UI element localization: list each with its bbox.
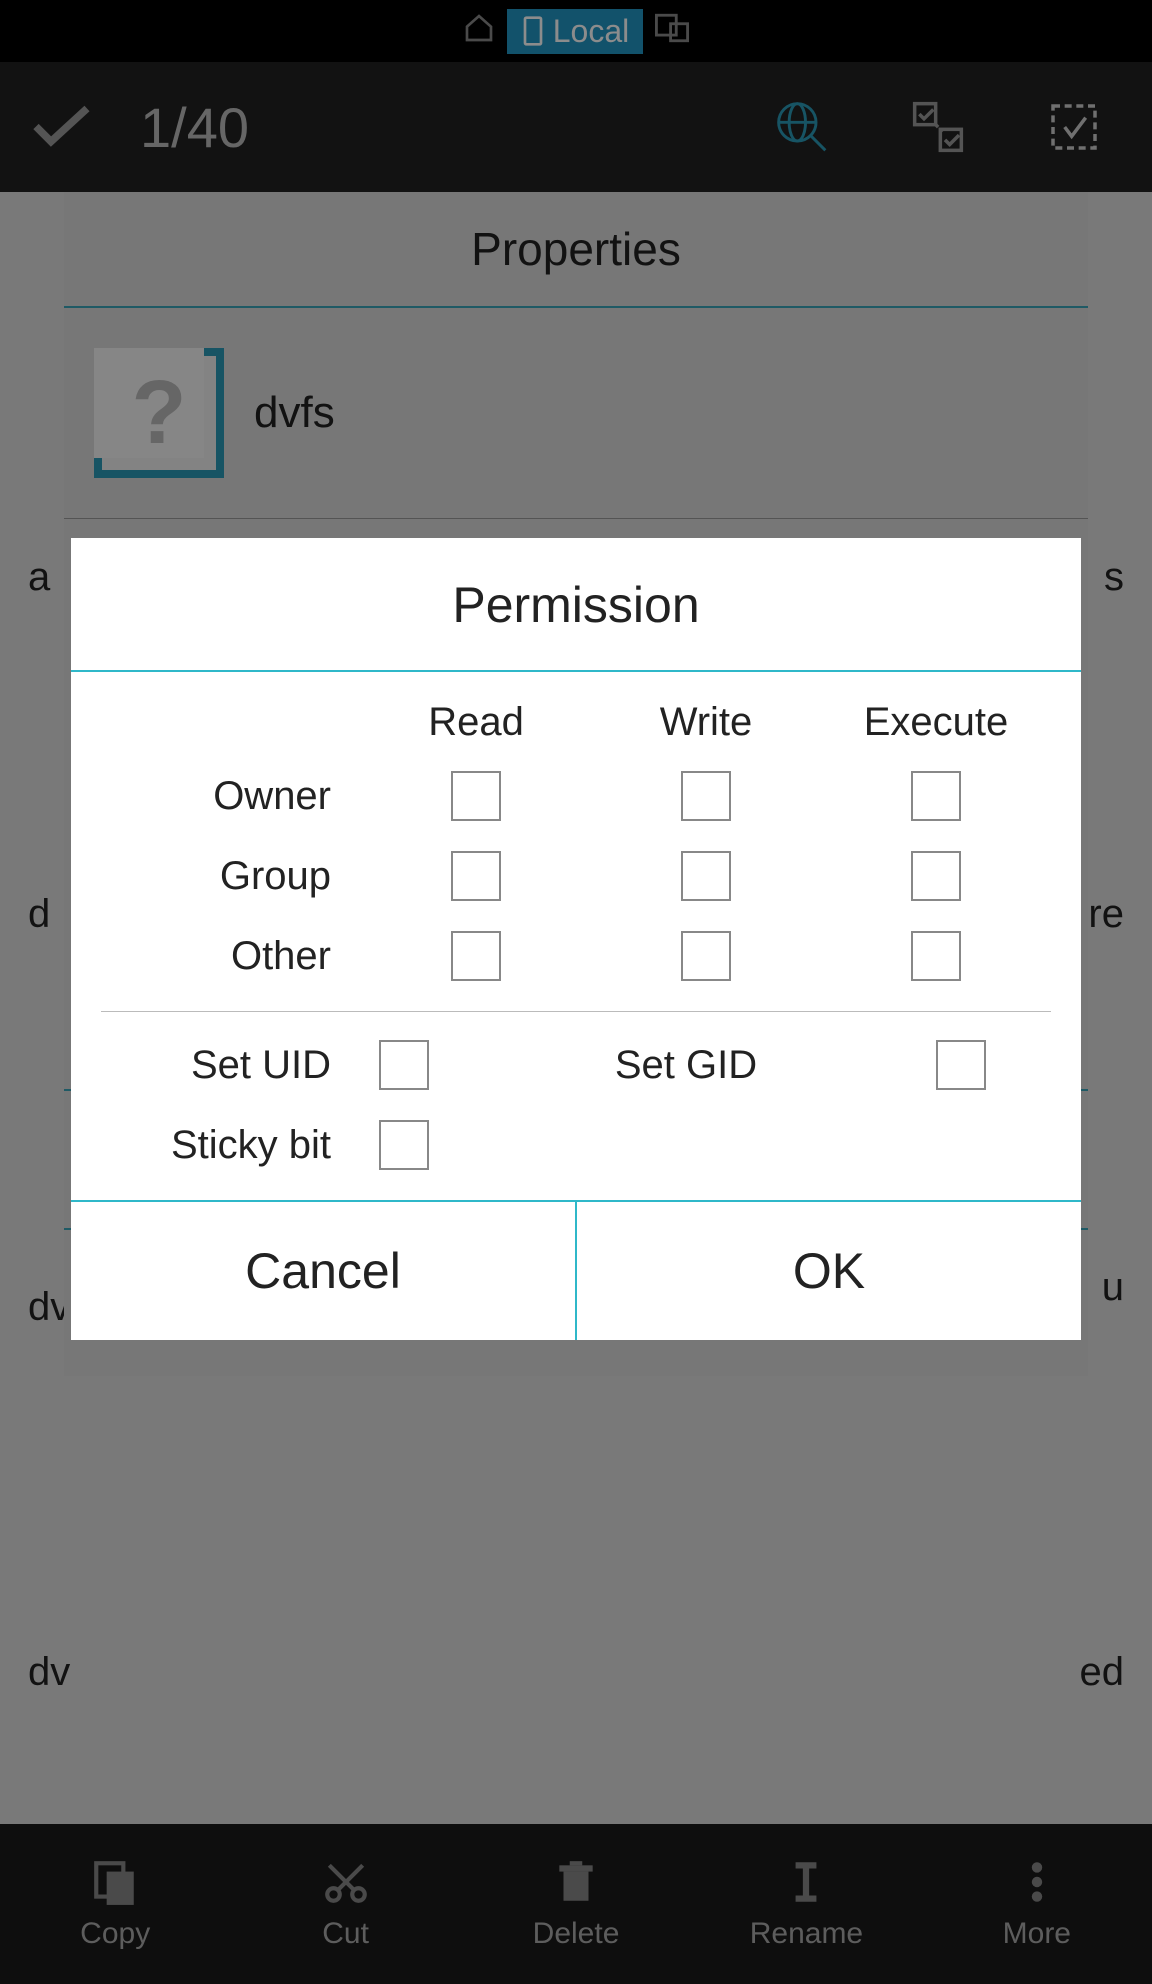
- other-read-checkbox[interactable]: [451, 931, 501, 981]
- owner-write-checkbox[interactable]: [681, 771, 731, 821]
- set-gid-label: Set GID: [501, 1043, 871, 1088]
- other-execute-checkbox[interactable]: [911, 931, 961, 981]
- owner-execute-checkbox[interactable]: [911, 771, 961, 821]
- perm-col-execute: Execute: [821, 700, 1051, 745]
- perm-row-group: Group: [101, 854, 361, 899]
- set-uid-label: Set UID: [101, 1043, 361, 1088]
- group-read-checkbox[interactable]: [451, 851, 501, 901]
- perm-row-other: Other: [101, 934, 361, 979]
- sticky-bit-label: Sticky bit: [101, 1123, 361, 1168]
- group-execute-checkbox[interactable]: [911, 851, 961, 901]
- set-uid-checkbox[interactable]: [379, 1040, 429, 1090]
- perm-col-read: Read: [361, 700, 591, 745]
- other-write-checkbox[interactable]: [681, 931, 731, 981]
- owner-read-checkbox[interactable]: [451, 771, 501, 821]
- permission-ok-button[interactable]: OK: [577, 1202, 1081, 1340]
- perm-row-owner: Owner: [101, 774, 361, 819]
- perm-col-write: Write: [591, 700, 821, 745]
- permission-cancel-button[interactable]: Cancel: [71, 1202, 577, 1340]
- permission-title: Permission: [71, 538, 1081, 672]
- set-gid-checkbox[interactable]: [936, 1040, 986, 1090]
- sticky-bit-checkbox[interactable]: [379, 1120, 429, 1170]
- group-write-checkbox[interactable]: [681, 851, 731, 901]
- permission-dialog: Permission Read Write Execute Owner Grou…: [71, 538, 1081, 1340]
